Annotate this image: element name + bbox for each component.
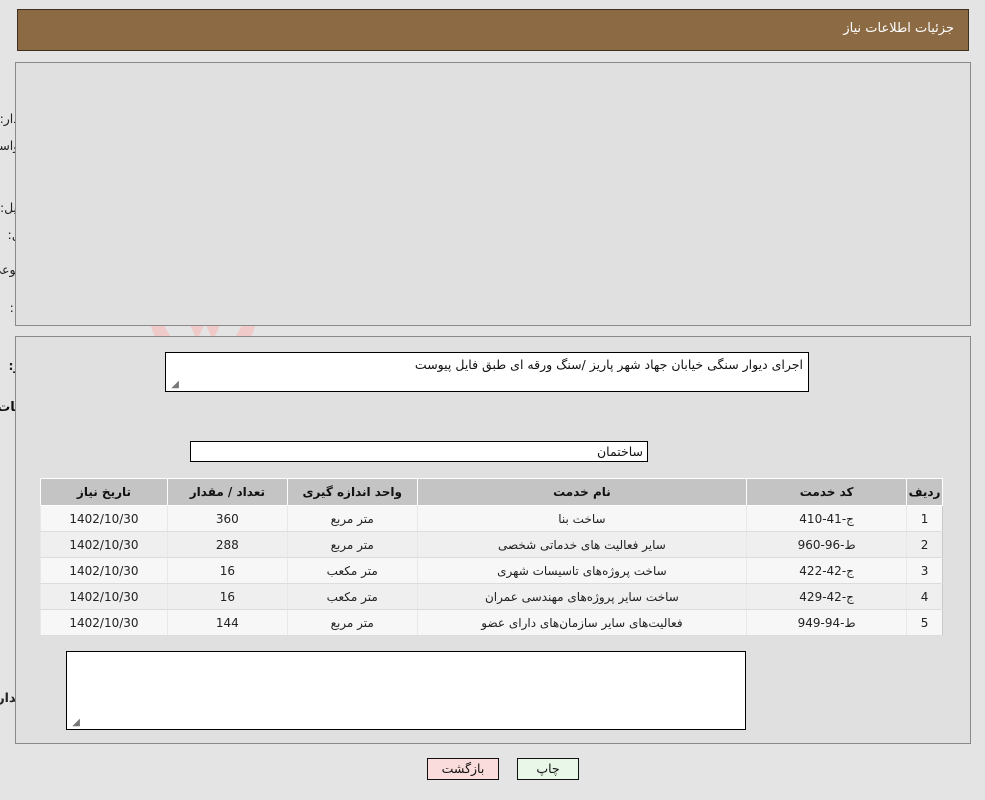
cell-code: ج-42-429 (747, 583, 908, 610)
cell-radif: 5 (907, 609, 944, 636)
table-row: 2 ط-96-960 سایر فعالیت های خدماتی شخصی متر … (41, 531, 944, 558)
back-button[interactable]: بازگشت (428, 758, 500, 780)
cell-unit: متر مربع (287, 531, 419, 558)
cell-code: ط-96-960 (747, 531, 908, 558)
column-header-code: کد خدمت (747, 478, 909, 506)
table-row: 5 ط-94-949 فعالیت‌های سایر سازمان‌های دارا… (41, 609, 944, 636)
cell-date: 1402/10/30 (41, 557, 169, 584)
buyer-comments-textarea[interactable]: ◢ (67, 651, 747, 730)
cell-name: ساخت پروژه‌های تاسیسات شهری (417, 557, 748, 584)
cell-name: ساخت سایر پروژه‌های مهندسی عمران (417, 583, 748, 610)
column-header-radif: ردیف (907, 478, 944, 506)
cell-code: ج-42-422 (747, 557, 908, 584)
cell-unit: متر مکعب (287, 557, 419, 584)
resize-grip-icon-2[interactable]: ◢ (71, 718, 81, 728)
print-button[interactable]: چاپ (518, 758, 580, 780)
cell-qty: 360 (167, 505, 289, 532)
page-title: جزئیات اطلاعات نیاز (844, 21, 955, 36)
services-table: ردیف کد خدمت نام خدمت واحد اندازه گیری ت… (41, 478, 944, 636)
page-root: AriaTender.net جزئیات اطلاعات نیاز شماره… (0, 0, 985, 800)
cell-qty: 144 (167, 609, 289, 636)
cell-date: 1402/10/30 (41, 505, 169, 532)
table-row: 1 ج-41-410 ساخت بنا متر مربع 360 1402/10/30 (41, 505, 944, 532)
header-bar: جزئیات اطلاعات نیاز (18, 9, 970, 51)
cell-radif: 2 (907, 531, 944, 558)
cell-unit: متر مربع (287, 505, 419, 532)
need-info-panel (16, 62, 972, 326)
cell-date: 1402/10/30 (41, 531, 169, 558)
column-header-name: نام خدمت (417, 478, 749, 506)
resize-grip-icon[interactable]: ◢ (170, 380, 180, 390)
cell-unit: متر مکعب (287, 583, 419, 610)
cell-radif: 4 (907, 583, 944, 610)
general-desc-textarea[interactable]: اجرای دیوار سنگی خیابان جهاد شهر پاریز /… (166, 352, 810, 392)
cell-qty: 288 (167, 531, 289, 558)
cell-name: ساخت بنا (417, 505, 748, 532)
cell-code: ج-41-410 (747, 505, 908, 532)
column-header-qty: تعداد / مقدار (167, 478, 289, 506)
table-row: 3 ج-42-422 ساخت پروژه‌های تاسیسات شهری متر … (41, 557, 944, 584)
cell-qty: 16 (167, 557, 289, 584)
cell-date: 1402/10/30 (41, 609, 169, 636)
column-header-unit: واحد اندازه گیری (287, 478, 419, 506)
table-row: 4 ج-42-429 ساخت سایر پروژه‌های مهندسی عمرا… (41, 583, 944, 610)
cell-unit: متر مربع (287, 609, 419, 636)
cell-date: 1402/10/30 (41, 583, 169, 610)
column-header-date: تاریخ نیاز (41, 478, 169, 506)
service-group-value: ساختمان (191, 441, 649, 462)
cell-code: ط-94-949 (747, 609, 908, 636)
table-header-row: ردیف کد خدمت نام خدمت واحد اندازه گیری ت… (41, 478, 944, 506)
cell-radif: 1 (907, 505, 944, 532)
cell-name: فعالیت‌های سایر سازمان‌های دارای عضو (417, 609, 748, 636)
general-desc-value: اجرای دیوار سنگی خیابان جهاد شهر پاریز /… (415, 357, 804, 372)
cell-radif: 3 (907, 557, 944, 584)
cell-qty: 16 (167, 583, 289, 610)
cell-name: سایر فعالیت های خدماتی شخصی (417, 531, 748, 558)
